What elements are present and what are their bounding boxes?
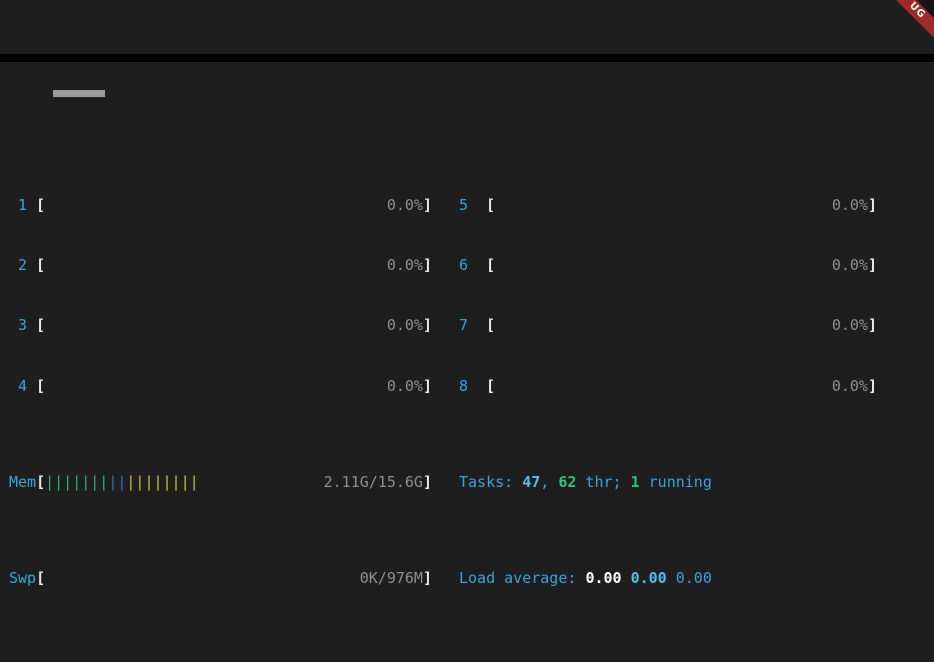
swap-meter: Swp[0K/976M] [9, 566, 432, 590]
swp-label: Swp [9, 566, 36, 590]
running-label: running [640, 470, 712, 494]
load-5min: 0.00 [631, 566, 667, 590]
meter-fill [45, 374, 387, 398]
tasks-label: Tasks: [459, 470, 522, 494]
meter-fill [45, 313, 387, 337]
cpu-meter-8: 8 [0.0%] [459, 374, 877, 398]
window-tab-handle [53, 90, 105, 97]
ribbon-text: UG [894, 0, 934, 40]
meter-close-bracket: ] [868, 253, 877, 277]
cpu-meter-4: 4 [0.0%] [18, 374, 432, 398]
meter-open-bracket: [ [36, 470, 45, 494]
meter-fill [495, 193, 832, 217]
load-average-line: Load average: 0.00 0.00 0.00 [459, 566, 712, 590]
cpu-percent: 0.0% [832, 193, 868, 217]
meter-close-bracket: ] [868, 193, 877, 217]
cpu-id: 4 [18, 374, 27, 398]
cpu-meter-1: 1 [0.0%] [18, 193, 432, 217]
cpu-id: 3 [18, 313, 27, 337]
meter-fill [45, 566, 360, 590]
threads-count: 62 [558, 470, 576, 494]
meter-open-bracket: [ [486, 313, 495, 337]
cpu-id: 2 [18, 253, 27, 277]
load-15min: 0.00 [676, 566, 712, 590]
meter-close-bracket: ] [423, 313, 432, 337]
meter-fill [199, 470, 324, 494]
cpu-meter-2: 2 [0.0%] [18, 253, 432, 277]
cpu-id: 8 [459, 374, 468, 398]
swap-load-row: Swp[0K/976M] Load average: 0.00 0.00 0.0… [0, 566, 934, 590]
meter-fill [45, 193, 387, 217]
cpu-id: 1 [18, 193, 27, 217]
meter-close-bracket: ] [423, 470, 432, 494]
cpu-id: 6 [459, 253, 468, 277]
load-1min: 0.00 [585, 566, 621, 590]
cpu-percent: 0.0% [832, 374, 868, 398]
cpu-meter-row-4: 4 [0.0%] 8 [0.0%] [0, 374, 934, 398]
swp-value: 0K/976M [360, 566, 423, 590]
space [622, 566, 631, 590]
meter-open-bracket: [ [36, 374, 45, 398]
meter-fill [495, 253, 832, 277]
window-topbar [0, 54, 934, 62]
meter-open-bracket: [ [36, 566, 45, 590]
cpu-percent: 0.0% [387, 313, 423, 337]
meter-open-bracket: [ [486, 253, 495, 277]
mem-bar-cache: |||||||| [126, 470, 198, 494]
cpu-meter-row-3: 3 [0.0%] 7 [0.0%] [0, 313, 934, 337]
space [667, 566, 676, 590]
meter-open-bracket: [ [486, 193, 495, 217]
running-count: 1 [631, 470, 640, 494]
top-spacer [0, 98, 934, 121]
mem-bar-buffers: || [108, 470, 126, 494]
cpu-percent: 0.0% [387, 193, 423, 217]
tasks-line: Tasks: 47, 62 thr; 1 running [459, 470, 712, 494]
mem-value: 2.11G/15.6G [324, 470, 423, 494]
mem-bar-used: ||||||| [45, 470, 108, 494]
cpu-meter-7: 7 [0.0%] [459, 313, 877, 337]
tasks-count: 47 [522, 470, 540, 494]
cpu-meter-5: 5 [0.0%] [459, 193, 877, 217]
cpu-percent: 0.0% [387, 253, 423, 277]
corner-shade [894, 0, 934, 40]
debug-ribbon: UG [894, 0, 934, 40]
meter-close-bracket: ] [868, 374, 877, 398]
cpu-meter-3: 3 [0.0%] [18, 313, 432, 337]
cpu-meter-6: 6 [0.0%] [459, 253, 877, 277]
meter-fill [45, 253, 387, 277]
load-label: Load average: [459, 566, 585, 590]
cpu-percent: 0.0% [832, 253, 868, 277]
cpu-meter-row-1: 1 [0.0%] 5 [0.0%] [0, 193, 934, 217]
cpu-percent: 0.0% [387, 374, 423, 398]
cpu-id: 5 [459, 193, 468, 217]
meter-close-bracket: ] [868, 313, 877, 337]
meter-open-bracket: [ [36, 313, 45, 337]
cpu-percent: 0.0% [832, 313, 868, 337]
meter-open-bracket: [ [486, 374, 495, 398]
meter-open-bracket: [ [36, 253, 45, 277]
memory-meter: Mem[|||||||||||||||||2.11G/15.6G] [9, 470, 432, 494]
meter-fill [495, 374, 832, 398]
meter-close-bracket: ] [423, 374, 432, 398]
tasks-comma: , [540, 470, 558, 494]
htop-terminal: 1 [0.0%] 5 [0.0%] 2 [0.0%] 6 [0.0%] 3 [0.0%] … [0, 0, 934, 662]
meter-close-bracket: ] [423, 566, 432, 590]
meter-close-bracket: ] [423, 193, 432, 217]
mem-label: Mem [9, 470, 36, 494]
meter-fill [495, 313, 832, 337]
mem-tasks-row: Mem[|||||||||||||||||2.11G/15.6G] Tasks:… [0, 470, 934, 494]
meter-open-bracket: [ [36, 193, 45, 217]
threads-label: thr; [576, 470, 630, 494]
cpu-id: 7 [459, 313, 468, 337]
meter-close-bracket: ] [423, 253, 432, 277]
cpu-meter-row-2: 2 [0.0%] 6 [0.0%] [0, 253, 934, 277]
